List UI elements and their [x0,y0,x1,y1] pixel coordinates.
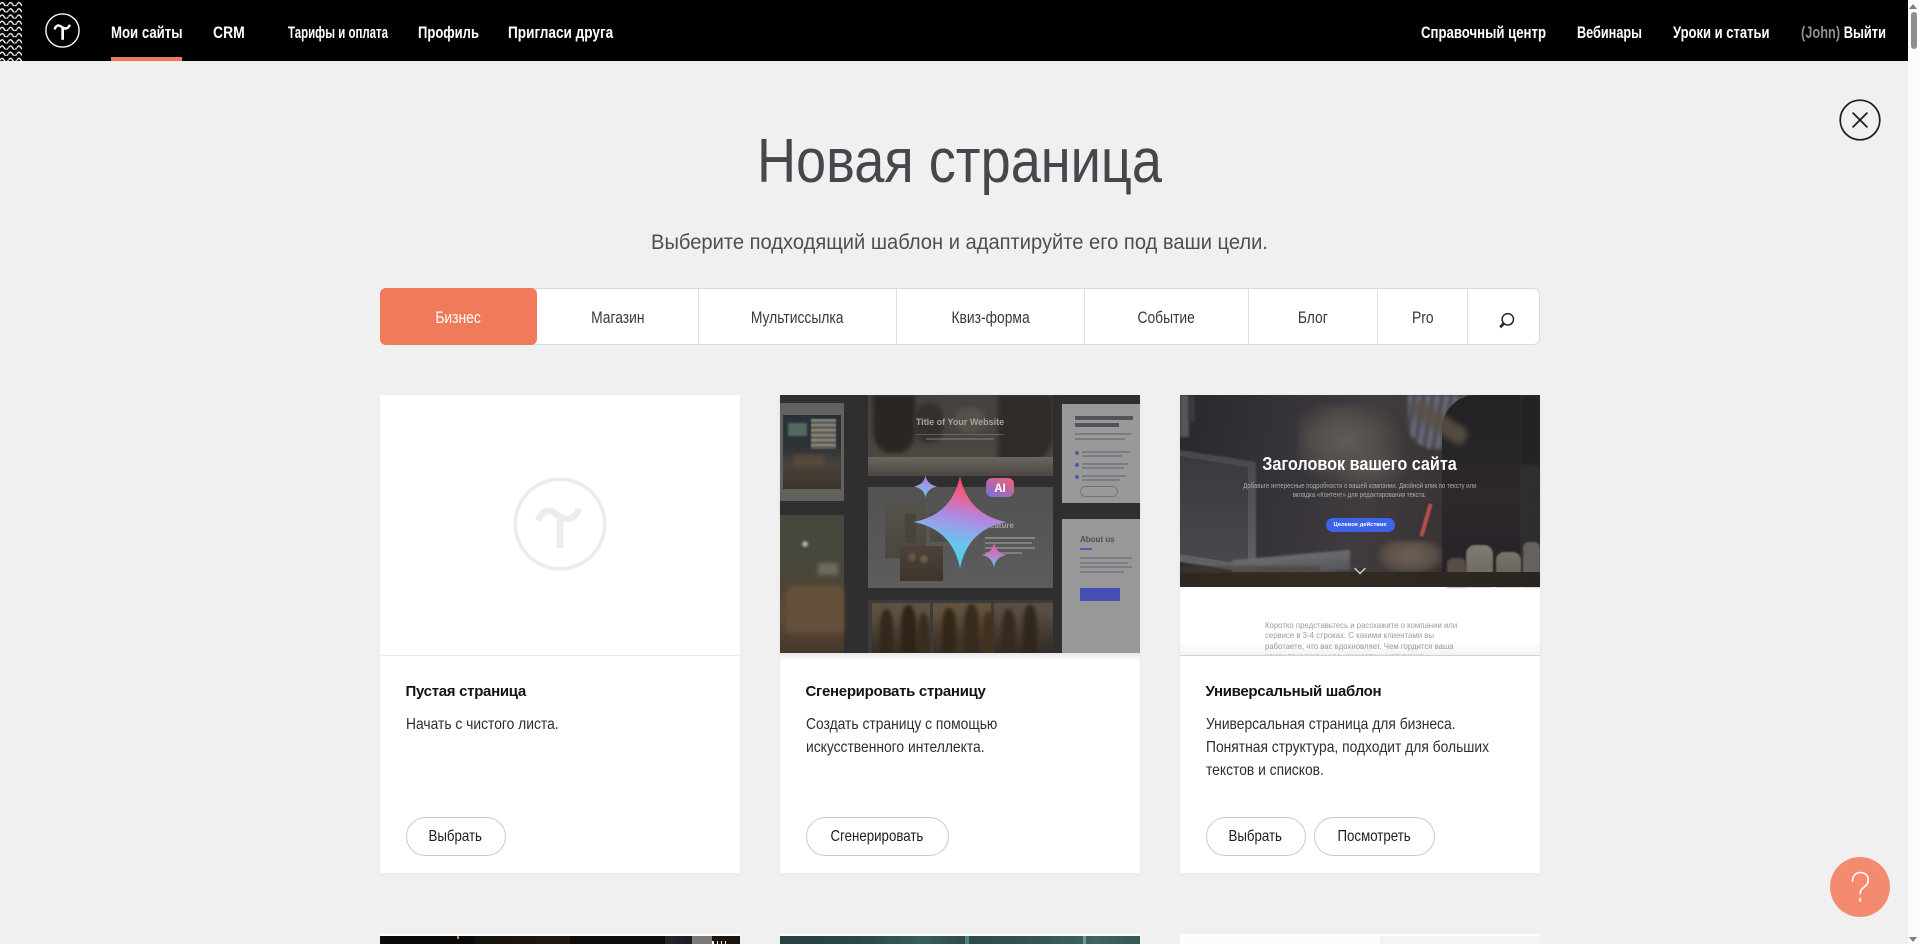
svg-text:AI: AI [994,483,1006,495]
